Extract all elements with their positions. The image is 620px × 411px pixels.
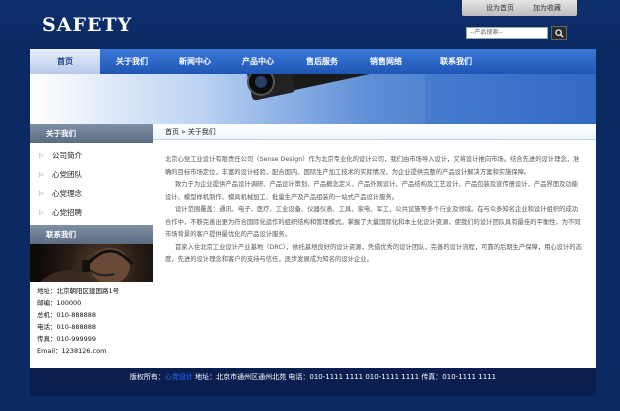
sidebar-item-label: 公司简介 bbox=[52, 151, 82, 160]
sidebar-item-company-profile[interactable]: ▷ 公司简介 bbox=[30, 146, 153, 165]
banner-image bbox=[30, 74, 596, 124]
contact-phone: 电话：010-888888 bbox=[37, 323, 97, 331]
site-logo[interactable]: SAFETY bbox=[42, 14, 132, 36]
contact-info: 地址：北京朝阳区建国路1号 邮编：100000 总机：010-888888 电话… bbox=[30, 282, 153, 357]
camera-illustration bbox=[246, 74, 596, 124]
header: SAFETY 设为首页 加为收藏 --产品搜索-- bbox=[0, 0, 620, 50]
article-paragraph: 设计范围覆盖：通讯、电子、医疗、工业设备、仪器仪表、工具、家电、军工、公共设施等… bbox=[165, 206, 581, 238]
nav-item-service[interactable]: 售后服务 bbox=[290, 49, 354, 74]
search-icon bbox=[554, 29, 564, 38]
main-nav: 首页 关于我们 新闻中心 产品中心 售后服务 销售网络 联系我们 bbox=[30, 49, 596, 74]
search-button[interactable] bbox=[551, 26, 567, 40]
sidebar-title: 关于我们 bbox=[30, 124, 153, 143]
sidebar-item-label: 心党团队 bbox=[52, 170, 82, 179]
headset-operator-image bbox=[40, 248, 134, 284]
nav-item-contact[interactable]: 联系我们 bbox=[418, 49, 494, 74]
triangle-right-icon: ▷ bbox=[39, 190, 44, 197]
contact-address: 地址：北京朝阳区建国路1号 bbox=[37, 287, 120, 295]
contact-email: Email：1238126.com bbox=[37, 347, 107, 355]
footer: 版权所有：心党设计 地址：北京市通州区通州北苑 电话：010-1111 1111… bbox=[30, 368, 596, 396]
add-favorite-button[interactable]: 加为收藏 bbox=[517, 0, 577, 16]
contact-title: 联系我们 bbox=[30, 225, 153, 244]
bottom-bar bbox=[0, 396, 620, 411]
article-paragraph: 北京心党工业设计有限责任公司（Sense Design）作为北京专业化的设计公司… bbox=[165, 156, 580, 176]
sidebar: 关于我们 ▷ 公司简介 ▷ 心党团队 ▷ 心党理念 ▷ 心党招聘 联系我们 地址… bbox=[30, 124, 153, 368]
sidebar-item-label: 心党理念 bbox=[52, 189, 82, 198]
nav-item-home[interactable]: 首页 bbox=[30, 49, 100, 74]
footer-address: 地址：北京市通州区通州北苑 电话：010-1111 1111 010-1111 … bbox=[195, 373, 497, 381]
article-paragraph: 致力于为企业提供产品设计调研、产品设计策划、产品概念定义、产品外观设计、产品结构… bbox=[165, 181, 578, 201]
triangle-right-icon: ▷ bbox=[39, 171, 44, 178]
contact-switchboard: 总机：010-888888 bbox=[37, 311, 97, 319]
contact-postcode: 邮编：100000 bbox=[37, 299, 82, 307]
contact-photo bbox=[30, 244, 153, 284]
footer-copyright-link[interactable]: 心党设计 bbox=[165, 373, 193, 381]
nav-item-sales[interactable]: 销售网络 bbox=[354, 49, 418, 74]
nav-item-news[interactable]: 新闻中心 bbox=[164, 49, 226, 74]
breadcrumb: 首页 » 关于我们 bbox=[153, 124, 596, 140]
about-article: 北京心党工业设计有限责任公司（Sense Design）作为北京专业化的设计公司… bbox=[153, 140, 596, 267]
footer-copyright-label: 版权所有： bbox=[129, 373, 165, 381]
sidebar-list: ▷ 公司简介 ▷ 心党团队 ▷ 心党理念 ▷ 心党招聘 bbox=[30, 143, 153, 222]
main-content: 首页 » 关于我们 北京心党工业设计有限责任公司（Sense Design）作为… bbox=[153, 124, 596, 368]
triangle-right-icon: ▷ bbox=[39, 152, 44, 159]
triangle-right-icon: ▷ bbox=[39, 209, 44, 216]
contact-fax: 传真：010-999999 bbox=[37, 335, 97, 343]
nav-item-products[interactable]: 产品中心 bbox=[226, 49, 290, 74]
sidebar-item-team[interactable]: ▷ 心党团队 bbox=[30, 165, 153, 184]
sidebar-item-philosophy[interactable]: ▷ 心党理念 bbox=[30, 184, 153, 203]
product-search-input[interactable]: --产品搜索-- bbox=[466, 27, 548, 39]
nav-item-about[interactable]: 关于我们 bbox=[100, 49, 164, 74]
sidebar-item-label: 心党招聘 bbox=[52, 208, 82, 217]
article-paragraph: 首家入住北京工业设计产业基地（DRC），依托基地良好的设计资源，凭借优秀的设计团… bbox=[165, 243, 582, 264]
sidebar-item-recruitment[interactable]: ▷ 心党招聘 bbox=[30, 203, 153, 222]
